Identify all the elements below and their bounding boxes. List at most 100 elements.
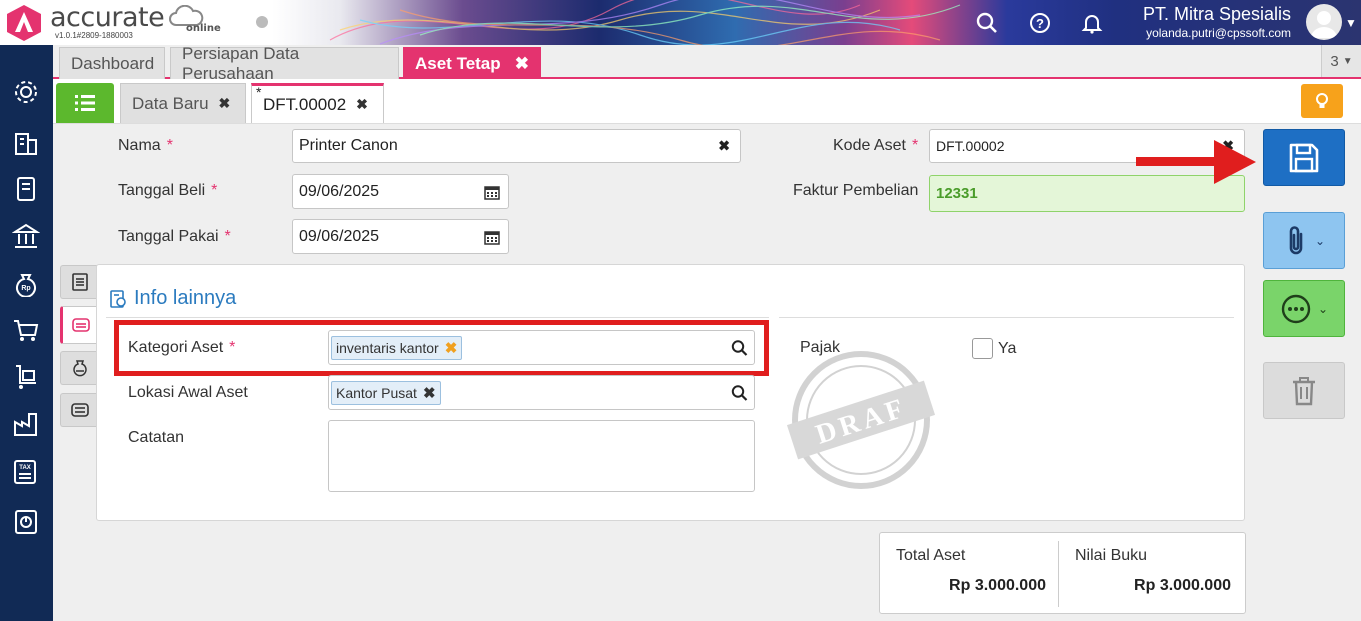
user-email: yolanda.putri@cpssoft.com: [1146, 26, 1291, 40]
factory-icon[interactable]: [10, 408, 42, 440]
attach-button[interactable]: ⌄: [1263, 212, 1345, 269]
lokasi-chip[interactable]: Kantor Pusat ✖: [331, 380, 441, 405]
save-button[interactable]: [1263, 129, 1345, 186]
module-tabs: Dashboard Persiapan Data Perusahaan Aset…: [53, 44, 1361, 83]
money-bag-icon[interactable]: Rp: [10, 267, 42, 299]
help-icon[interactable]: ?: [1025, 8, 1055, 38]
close-icon[interactable]: ✖: [356, 96, 368, 113]
svg-text:?: ?: [1036, 16, 1044, 31]
list-icon: [75, 95, 95, 111]
nilai-buku-label: Nilai Buku: [1075, 547, 1148, 564]
app-version: v1.0.1#2809-1880003: [55, 31, 133, 40]
nama-value: Printer Canon: [299, 137, 398, 154]
tab-data-baru[interactable]: Data Baru ✖: [120, 83, 246, 123]
highlight-box: [114, 320, 769, 376]
chevron-down-icon[interactable]: ▼: [1345, 16, 1357, 30]
list-card-icon: [70, 403, 89, 417]
remove-chip-icon[interactable]: ✖: [423, 384, 436, 402]
document-tabs: Data Baru ✖ * DFT.00002 ✖: [53, 79, 1361, 124]
tanggal-beli-value: 09/06/2025: [299, 182, 380, 200]
nama-input[interactable]: Printer Canon ✖: [292, 129, 741, 163]
chevron-down-icon: ▼: [1342, 55, 1353, 67]
paperclip-icon: [1289, 225, 1303, 254]
report-icon[interactable]: [10, 506, 42, 538]
calendar-icon[interactable]: [484, 229, 500, 245]
tab-dashboard[interactable]: Dashboard: [59, 47, 165, 79]
handcart-icon[interactable]: [10, 361, 42, 393]
tanggal-pakai-label: Tanggal Pakai *: [118, 228, 231, 245]
info-lainnya-title: Info lainnya: [108, 287, 236, 310]
tanggal-beli-label: Tanggal Beli *: [118, 182, 218, 199]
tab-label: DFT.00002: [263, 94, 347, 114]
clear-icon[interactable]: ✖: [718, 138, 730, 155]
lightbulb-icon: [1316, 93, 1328, 108]
tips-button[interactable]: [1301, 84, 1343, 118]
total-aset-value: Rp 3.000.000: [949, 577, 1046, 594]
tab-persiapan-data[interactable]: Persiapan Data Perusahaan: [170, 44, 399, 83]
status-dot: [256, 16, 268, 28]
close-icon[interactable]: ✖: [219, 95, 231, 112]
top-bar: accurate online v1.0.1#2809-1880003 ? PT…: [0, 0, 1361, 45]
tab-label: Data Baru: [132, 93, 209, 113]
faktur-pembelian-label: Faktur Pembelian: [793, 182, 919, 199]
delete-button[interactable]: [1263, 362, 1345, 419]
lokasi-awal-aset-input[interactable]: Kantor Pusat ✖: [328, 375, 755, 410]
search-icon[interactable]: [972, 8, 1002, 38]
svg-text:Rp: Rp: [21, 285, 30, 292]
document-icon: [71, 273, 88, 291]
tab-label: Aset Tetap: [415, 53, 501, 73]
nilai-buku: Nilai Buku Rp 3.000.000: [1059, 533, 1245, 615]
svg-text:TAX: TAX: [19, 465, 31, 471]
search-icon[interactable]: [731, 384, 748, 401]
tab-aset-tetap[interactable]: Aset Tetap ✖: [403, 47, 541, 79]
lokasi-chip-label: Kantor Pusat: [336, 384, 417, 401]
total-aset-label: Total Aset: [896, 547, 966, 564]
chevron-down-icon: ⌄: [1317, 301, 1329, 316]
lokasi-awal-aset-label: Lokasi Awal Aset: [128, 384, 248, 401]
list-view-button[interactable]: [56, 83, 114, 123]
company-info[interactable]: PT. Mitra Spesialis yolanda.putri@cpssof…: [1143, 3, 1291, 41]
chevron-down-icon: ⌄: [1314, 233, 1326, 248]
gear-icon[interactable]: [10, 76, 42, 108]
tanggal-beli-input[interactable]: 09/06/2025: [292, 174, 509, 209]
accurate-logo-icon: [4, 3, 44, 43]
ledger-icon[interactable]: [10, 173, 42, 205]
kode-aset-value: DFT.00002: [936, 138, 1005, 154]
faktur-value: 12331: [936, 185, 978, 202]
pajak-checkbox[interactable]: [972, 338, 993, 359]
total-aset: Total Aset Rp 3.000.000: [880, 533, 1060, 615]
tab-depreciation[interactable]: [60, 351, 98, 385]
bell-icon[interactable]: [1077, 8, 1107, 38]
tab-general[interactable]: [60, 265, 98, 299]
nilai-buku-value: Rp 3.000.000: [1134, 577, 1231, 594]
ellipsis-icon: [1281, 294, 1311, 323]
cart-icon[interactable]: [10, 314, 42, 346]
sidebar: Rp TAX: [0, 45, 53, 621]
tab-history[interactable]: [60, 393, 98, 427]
info-lainnya-text: Info lainnya: [134, 287, 237, 309]
nama-label: Nama *: [118, 137, 173, 154]
tab-count: 3: [1330, 52, 1339, 70]
company-name: PT. Mitra Spesialis: [1142, 4, 1291, 24]
building-icon[interactable]: [10, 126, 42, 158]
info-doc-icon: [110, 289, 126, 308]
draft-stamp: DRAF: [783, 346, 939, 494]
red-arrow-annotation: [1136, 140, 1256, 184]
tab-dft-00002[interactable]: * DFT.00002 ✖: [251, 83, 384, 123]
tab-overflow-menu[interactable]: 3 ▼: [1321, 45, 1361, 77]
catatan-textarea[interactable]: [328, 420, 755, 492]
calendar-icon[interactable]: [484, 184, 500, 200]
totals-box: Total Aset Rp 3.000.000 Nilai Buku Rp 3.…: [879, 532, 1246, 614]
divider: [779, 317, 1234, 318]
tab-info-lainnya[interactable]: [60, 306, 98, 344]
card-icon: [71, 318, 90, 332]
unsaved-mark: *: [256, 84, 262, 100]
more-actions-button[interactable]: ⌄: [1263, 280, 1345, 337]
avatar[interactable]: [1306, 4, 1342, 40]
tanggal-pakai-input[interactable]: 09/06/2025: [292, 219, 509, 254]
money-icon: [72, 360, 87, 377]
close-icon[interactable]: ✖: [515, 54, 529, 74]
bank-icon[interactable]: [10, 220, 42, 252]
tax-icon[interactable]: TAX: [10, 456, 42, 488]
tab-label: Dashboard: [71, 53, 155, 73]
